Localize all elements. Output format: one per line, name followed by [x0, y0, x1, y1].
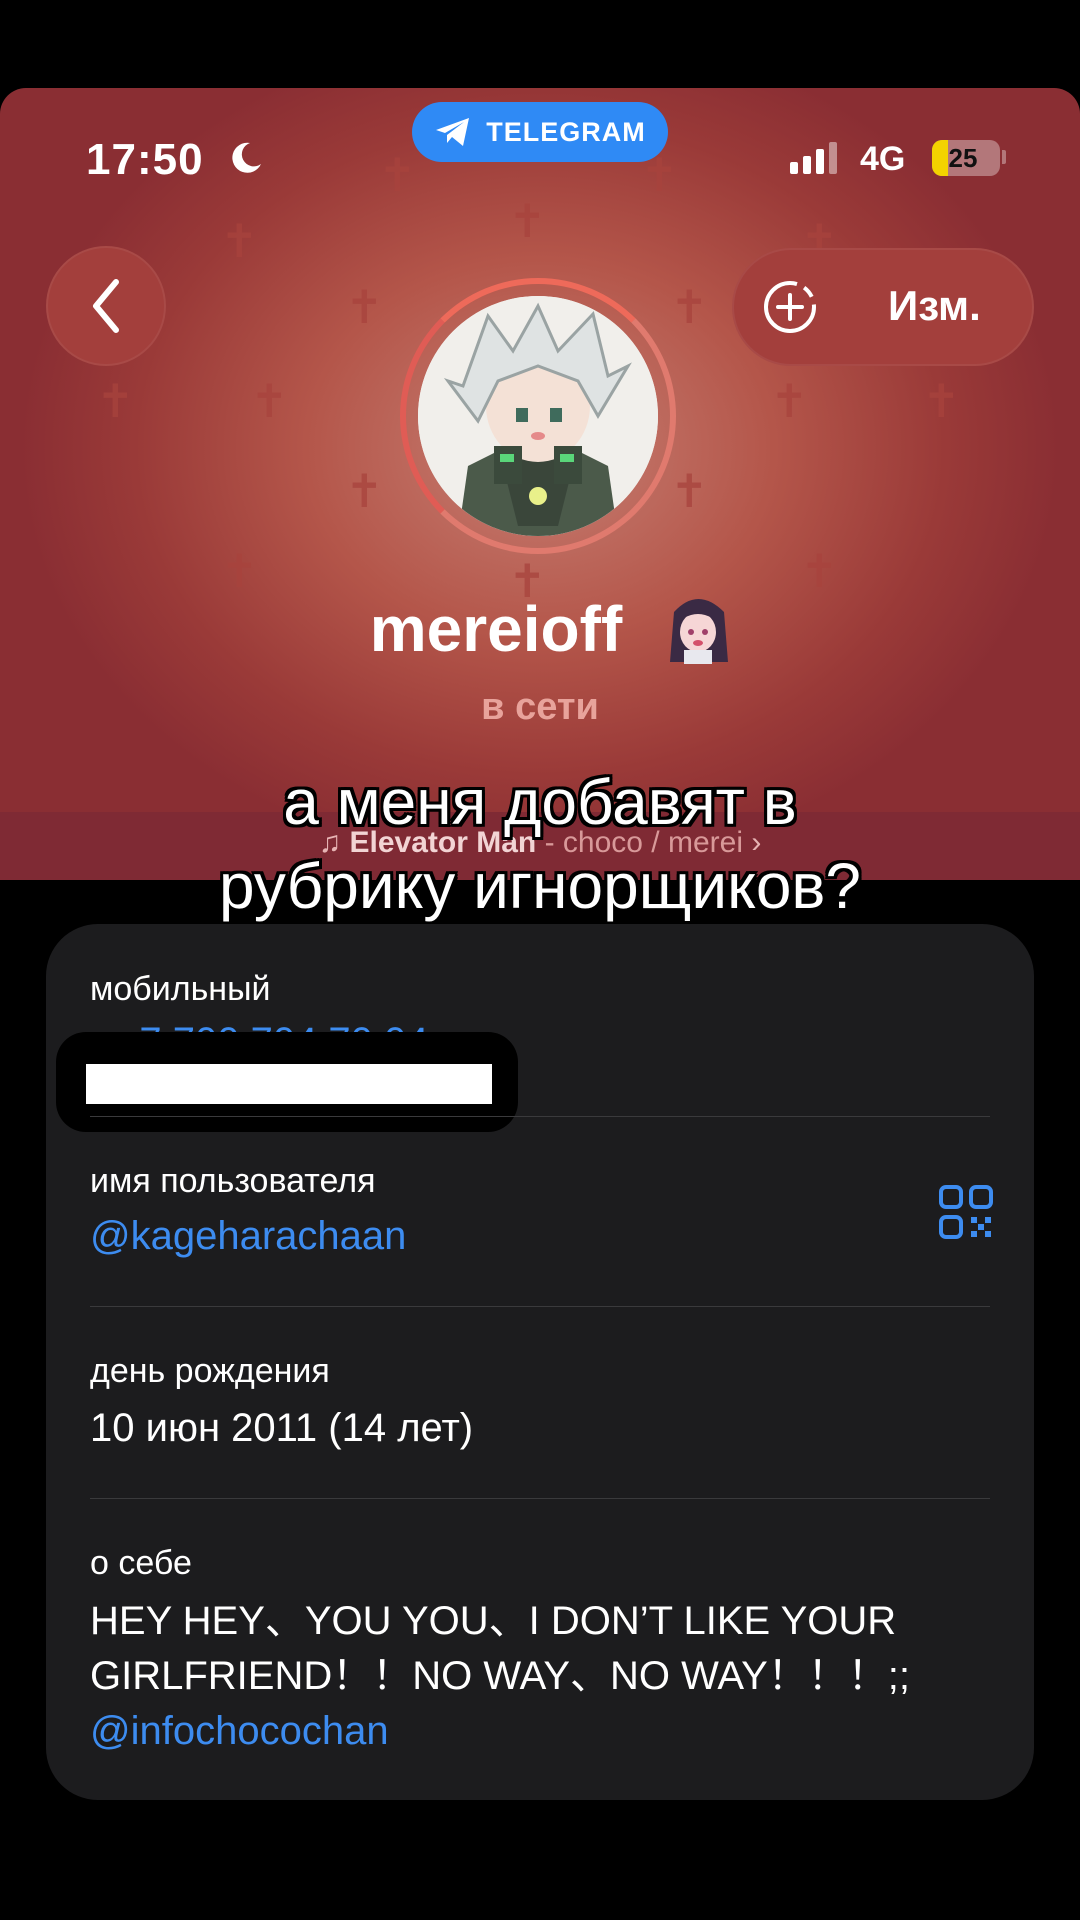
cross-pattern-icon: ✝	[345, 280, 384, 334]
redaction-box	[56, 1032, 518, 1132]
signal-icon	[790, 142, 846, 174]
birthday-label: день рождения	[90, 1352, 330, 1390]
network-type: 4G	[860, 140, 906, 178]
back-button[interactable]	[46, 246, 166, 366]
video-caption: а меня добавят в рубрику игнорщиков?	[0, 760, 1080, 928]
divider	[90, 1498, 990, 1499]
cross-pattern-icon: ✝	[220, 544, 259, 598]
avatar[interactable]	[418, 296, 658, 536]
return-to-telegram-pill[interactable]: TELEGRAM	[412, 102, 668, 162]
telegram-plane-icon	[436, 118, 470, 146]
battery-tip	[1002, 150, 1006, 164]
battery-icon: 25	[932, 140, 1000, 176]
cross-pattern-icon: ✝	[345, 464, 384, 518]
redaction-bar	[86, 1064, 492, 1104]
profile-name: mereioff	[369, 593, 623, 665]
cross-pattern-icon: ✝	[670, 280, 709, 334]
cross-pattern-icon: ✝	[378, 148, 417, 202]
top-letterbox	[0, 0, 1080, 88]
online-status: в сети	[481, 686, 599, 728]
divider	[90, 1306, 990, 1307]
avatar-illustration	[418, 296, 658, 536]
profile-info-card: мобильный +7 700 704 70 04 имя пользоват…	[46, 924, 1034, 1800]
caption-line-1: а меня добавят в	[283, 766, 797, 838]
username-link[interactable]: @kageharachaan	[90, 1214, 406, 1259]
username-label: имя пользователя	[90, 1162, 376, 1200]
mobile-label: мобильный	[90, 970, 271, 1008]
cross-pattern-icon: ✝	[670, 464, 709, 518]
cross-pattern-icon: ✝	[508, 194, 547, 248]
edit-button[interactable]: Изм.	[888, 282, 981, 330]
birthday-value: 10 июн 2011 (14 лет)	[90, 1406, 474, 1450]
cross-pattern-icon: ✝	[250, 374, 289, 428]
about-body: HEY HEY、YOU YOU、I DON’T LIKE YOUR GIRLFR…	[90, 1599, 911, 1698]
about-mention-link[interactable]: @infochocochan	[90, 1709, 389, 1753]
anime-sticker-emoji	[670, 599, 728, 664]
cross-pattern-icon: ✝	[220, 214, 259, 268]
caption-line-2: рубрику игнорщиков?	[218, 850, 862, 922]
divider	[90, 1116, 990, 1117]
cross-pattern-icon: ✝	[800, 544, 839, 598]
add-circle-icon[interactable]	[762, 279, 818, 335]
qr-code-icon[interactable]	[938, 1184, 994, 1240]
moon-icon	[232, 142, 261, 173]
about-text: HEY HEY、YOU YOU、I DON’T LIKE YOUR GIRLFR…	[90, 1594, 990, 1759]
back-chevron-icon	[93, 279, 119, 333]
cross-pattern-icon: ✝	[922, 374, 961, 428]
cross-pattern-icon: ✝	[770, 374, 809, 428]
app-pill-label: TELEGRAM	[486, 116, 646, 147]
header-actions: Изм.	[732, 248, 1034, 366]
battery-level: 25	[948, 143, 978, 173]
cross-pattern-icon: ✝	[96, 374, 135, 428]
status-time: 17:50	[86, 135, 204, 184]
about-label: о себе	[90, 1544, 192, 1582]
